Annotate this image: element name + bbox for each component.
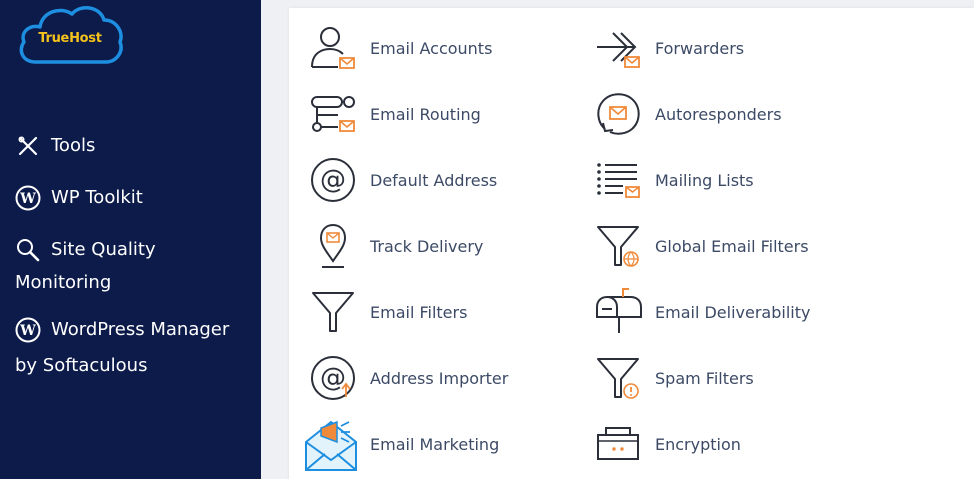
spam-filters-label: Spam Filters [655,368,754,388]
email-marketing-label: Email Marketing [370,434,500,454]
email-accounts-link[interactable]: Email Accounts [307,15,492,81]
autoresponders-link[interactable]: Autoresponders [592,81,782,147]
default-address-label: Default Address [370,170,498,190]
mailbox-icon [592,286,644,338]
email-filters-link[interactable]: Email Filters [307,279,467,345]
sidebar-item-label-line2: Monitoring [15,272,112,293]
wordpress-icon: W [15,185,41,211]
mailing-lists-label: Mailing Lists [655,170,754,190]
sidebar-item-label: WP Toolkit [51,187,143,208]
autoresponders-label: Autoresponders [655,104,782,124]
email-accounts-icon [307,22,359,74]
at-sign-icon: @ [307,154,359,206]
wordpress-icon: W [15,317,41,343]
default-address-link[interactable]: @ Default Address [307,147,497,213]
sidebar-item-tools[interactable]: Tools [15,128,95,164]
sidebar-item-label: Tools [51,135,96,156]
svg-text:@: @ [320,165,346,195]
email-tools-panel: Email Accounts Email Routing @ Default A… [289,8,974,479]
track-delivery-link[interactable]: Track Delivery [307,213,483,279]
forward-arrow-icon [592,22,644,74]
svg-text:W: W [19,323,36,339]
sidebar-item-label: Site Quality [51,239,156,260]
global-email-filters-label: Global Email Filters [655,236,809,256]
auto-reply-icon [592,88,644,140]
email-routing-link[interactable]: Email Routing [307,81,481,147]
email-marketing-link[interactable]: Email Marketing [303,411,499,477]
main-content: Email Accounts Email Routing @ Default A… [261,0,974,479]
email-deliverability-link[interactable]: Email Deliverability [592,279,810,345]
funnel-icon [307,286,359,338]
email-routing-icon [307,88,359,140]
spam-filters-link[interactable]: Spam Filters [592,345,754,411]
address-importer-label: Address Importer [370,368,509,388]
globe-funnel-icon [592,220,644,272]
email-accounts-label: Email Accounts [370,38,493,58]
mailing-lists-link[interactable]: Mailing Lists [592,147,754,213]
sidebar-item-wp-toolkit[interactable]: W WP Toolkit [15,180,143,216]
svg-text:W: W [19,191,36,207]
tools-icon [15,133,41,159]
sidebar-item-label: WordPress Manager [51,319,230,340]
spam-funnel-icon [592,352,644,404]
encryption-label: Encryption [655,434,741,454]
megaphone-envelope-icon [303,418,359,471]
forwarders-label: Forwarders [655,38,745,58]
email-filters-label: Email Filters [370,302,468,322]
sidebar-item-site-quality[interactable]: Site Quality Monitoring [15,232,156,301]
magnifier-icon [15,237,41,263]
logo-text: TrueHost [38,31,102,46]
at-import-icon: @ [307,352,359,404]
address-importer-link[interactable]: @ Address Importer [307,345,508,411]
sidebar-item-label-line2: by Softaculous [15,355,148,376]
encryption-link[interactable]: Encryption [592,411,741,477]
email-routing-label: Email Routing [370,104,481,124]
email-deliverability-label: Email Deliverability [655,302,811,322]
sidebar-item-wordpress-manager[interactable]: W WordPress Manager by Softaculous [15,312,229,384]
encryption-box-icon [592,418,644,470]
mailing-list-icon [592,154,644,206]
sidebar: TrueHost Tools W WP Toolkit Site Quality… [0,0,261,479]
location-pin-icon [307,220,359,272]
global-email-filters-link[interactable]: Global Email Filters [592,213,809,279]
truehost-logo[interactable]: TrueHost [16,2,126,66]
forwarders-link[interactable]: Forwarders [592,15,744,81]
track-delivery-label: Track Delivery [370,236,484,256]
